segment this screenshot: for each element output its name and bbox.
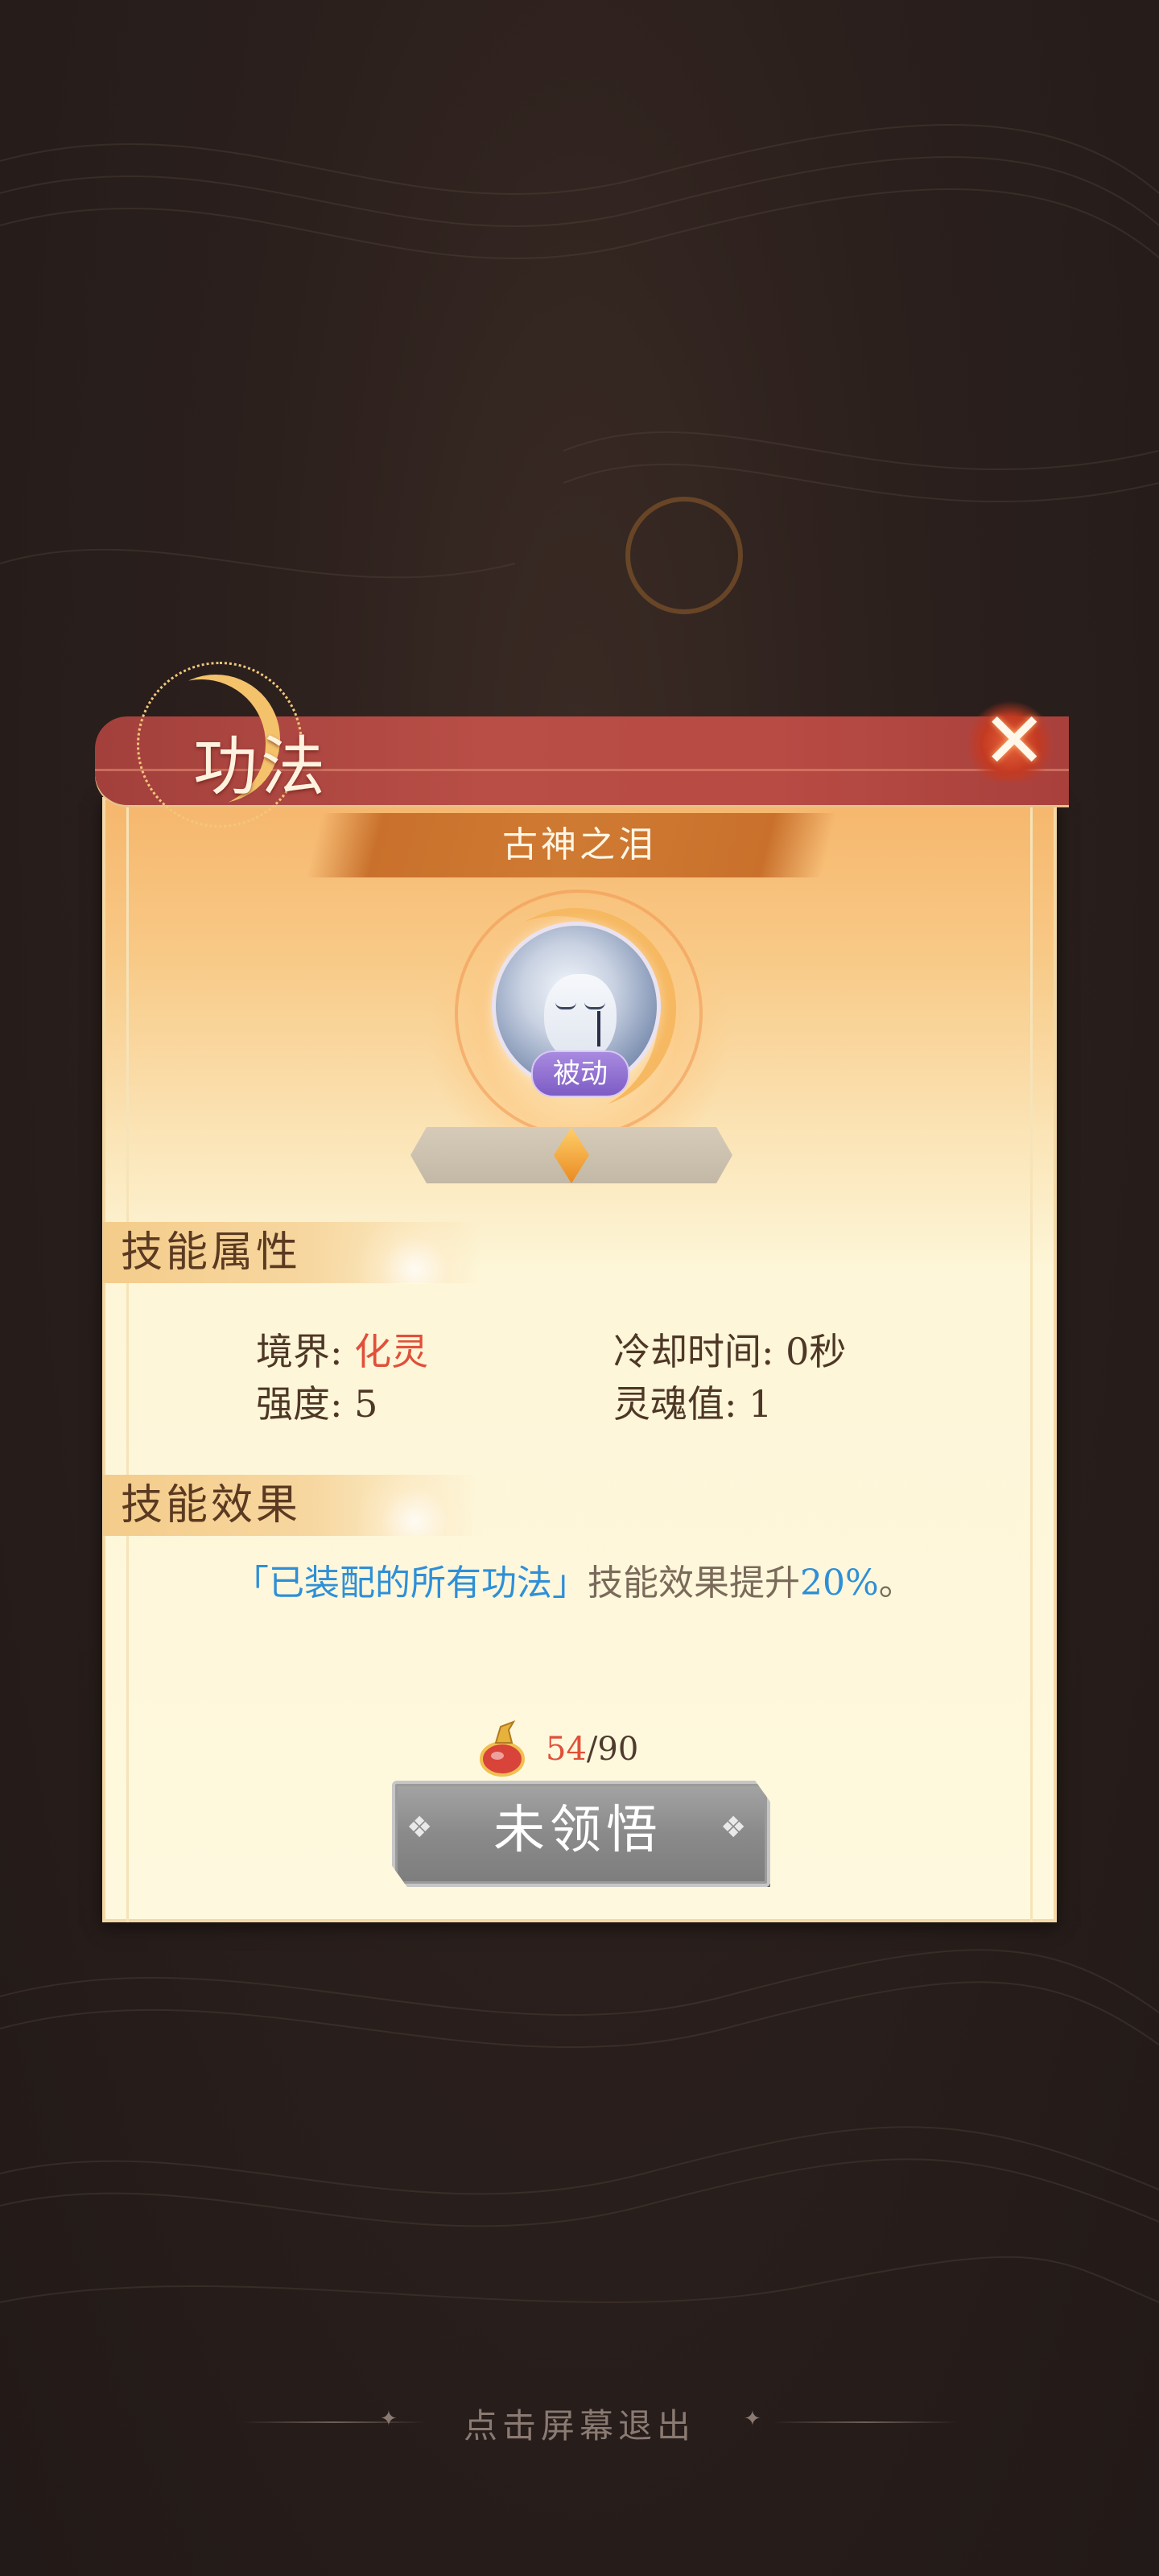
page-title: 功法 [193, 729, 328, 804]
tear-mark [597, 1011, 600, 1046]
panel-border-right [1030, 797, 1033, 1922]
comprehend-button-label[interactable]: 未领悟 [392, 1781, 764, 1880]
effect-body: 技能效果提升 [588, 1563, 800, 1604]
close-button[interactable]: ✕ [950, 692, 1070, 789]
mask-face [544, 974, 617, 1063]
strength-attribute: 强度: 5 [256, 1382, 378, 1426]
sparkle-icon: ✦ [744, 2407, 761, 2431]
passive-badge: 被动 [531, 1051, 629, 1097]
right-eye [584, 1002, 605, 1009]
hint-divider-right [773, 2421, 958, 2423]
potion-cost-icon [480, 1720, 525, 1777]
effect-percent: 20% [800, 1563, 879, 1604]
effect-description: 「已装配的所有功法」技能效果提升20%。 [233, 1554, 914, 1605]
attributes-section-title: 技能属性 [121, 1228, 302, 1277]
left-eye [555, 1002, 576, 1009]
skill-name: 古神之泪 [502, 824, 657, 865]
cooldown-attribute: 冷却时间: 0秒 [613, 1330, 847, 1373]
close-icon: ✕ [982, 696, 1047, 786]
lotus-ornament [354, 1212, 475, 1284]
effect-section-title: 技能效果 [121, 1481, 302, 1530]
cost-total: /90 [586, 1731, 639, 1768]
cost-current: 54 [546, 1731, 587, 1768]
exit-hint[interactable]: 点击屏幕退出 [0, 2399, 1159, 2448]
realm-value: 化灵 [354, 1330, 429, 1373]
effect-target: 「已装配的所有功法」 [233, 1563, 588, 1604]
cost-counter: 54/90 [546, 1731, 638, 1768]
panel-border-left [126, 797, 129, 1922]
soul-value-attribute: 灵魂值: 1 [613, 1382, 773, 1426]
realm-attribute: 境界: 化灵 [256, 1323, 428, 1376]
effect-end: 。 [878, 1563, 914, 1604]
realm-label: 境界: [256, 1330, 355, 1373]
lotus-ornament [354, 1463, 475, 1536]
